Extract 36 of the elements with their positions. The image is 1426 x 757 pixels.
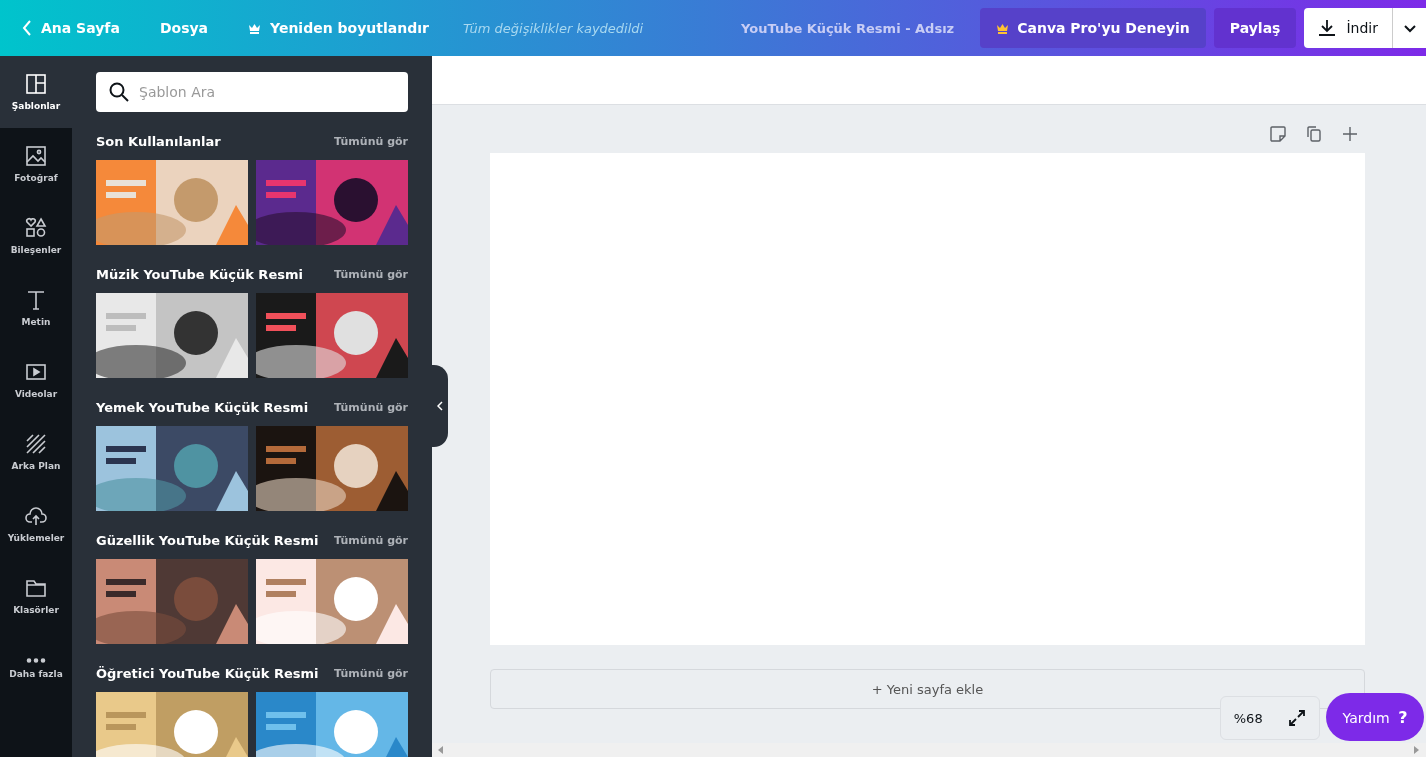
- sidebar-tab-label: Videolar: [14, 389, 58, 399]
- section-title: Öğretici YouTube Küçük Resmi: [96, 666, 319, 681]
- sidebar-tab-label: Klasörler: [13, 605, 59, 615]
- see-all-link[interactable]: Tümünü gör: [334, 268, 408, 281]
- section-title: Yemek YouTube Küçük Resmi: [96, 400, 309, 415]
- add-page-button[interactable]: + Yeni sayfa ekle: [490, 669, 1365, 709]
- share-button[interactable]: Paylaş: [1213, 8, 1297, 48]
- sidebar-tab[interactable]: Metin: [0, 272, 72, 344]
- see-all-link[interactable]: Tümünü gör: [334, 667, 408, 680]
- sidebar-tab-label: Bileşenler: [10, 245, 62, 255]
- sidebar-tab[interactable]: Fotoğraf: [0, 128, 72, 200]
- section-title: Müzik YouTube Küçük Resmi: [96, 267, 303, 282]
- search-field[interactable]: Şablon Ara: [96, 72, 408, 112]
- sidebar-tab-label: Şablonlar: [11, 101, 61, 111]
- sidebar-tab-label: Arka Plan: [11, 461, 61, 471]
- sidebar-tab-label: Daha fazla: [9, 668, 63, 679]
- sidebar-tab[interactable]: Daha fazla: [0, 632, 72, 704]
- sidebar-tab[interactable]: Şablonlar: [0, 56, 72, 128]
- section-title: Güzellik YouTube Küçük Resmi: [96, 533, 319, 548]
- sidebar-tab[interactable]: Yüklemeler: [0, 488, 72, 560]
- sidebar-tab-label: Fotoğraf: [14, 173, 58, 183]
- sidebar-tab[interactable]: Videolar: [0, 344, 72, 416]
- section-title: Son Kullanılanlar: [96, 134, 221, 149]
- sidebar-tab[interactable]: Klasörler: [0, 560, 72, 632]
- help-button[interactable]: Yardım ?: [1326, 693, 1424, 741]
- see-all-link[interactable]: Tümünü gör: [334, 534, 408, 547]
- sidebar-tab-label: Yüklemeler: [7, 533, 65, 543]
- see-all-link[interactable]: Tümünü gör: [334, 401, 408, 414]
- try-pro-button[interactable]: Canva Pro'yu Deneyin: [980, 8, 1206, 48]
- see-all-link[interactable]: Tümünü gör: [334, 135, 408, 148]
- sidebar-tab-label: Metin: [21, 317, 51, 327]
- sidebar-tab[interactable]: Arka Plan: [0, 416, 72, 488]
- save-status: Tüm değişiklikler kaydedildi: [462, 20, 644, 36]
- zoom-level[interactable]: %68: [1233, 710, 1263, 726]
- zoom-control[interactable]: %68: [1220, 696, 1320, 740]
- sidebar-tab[interactable]: Bileşenler: [0, 200, 72, 272]
